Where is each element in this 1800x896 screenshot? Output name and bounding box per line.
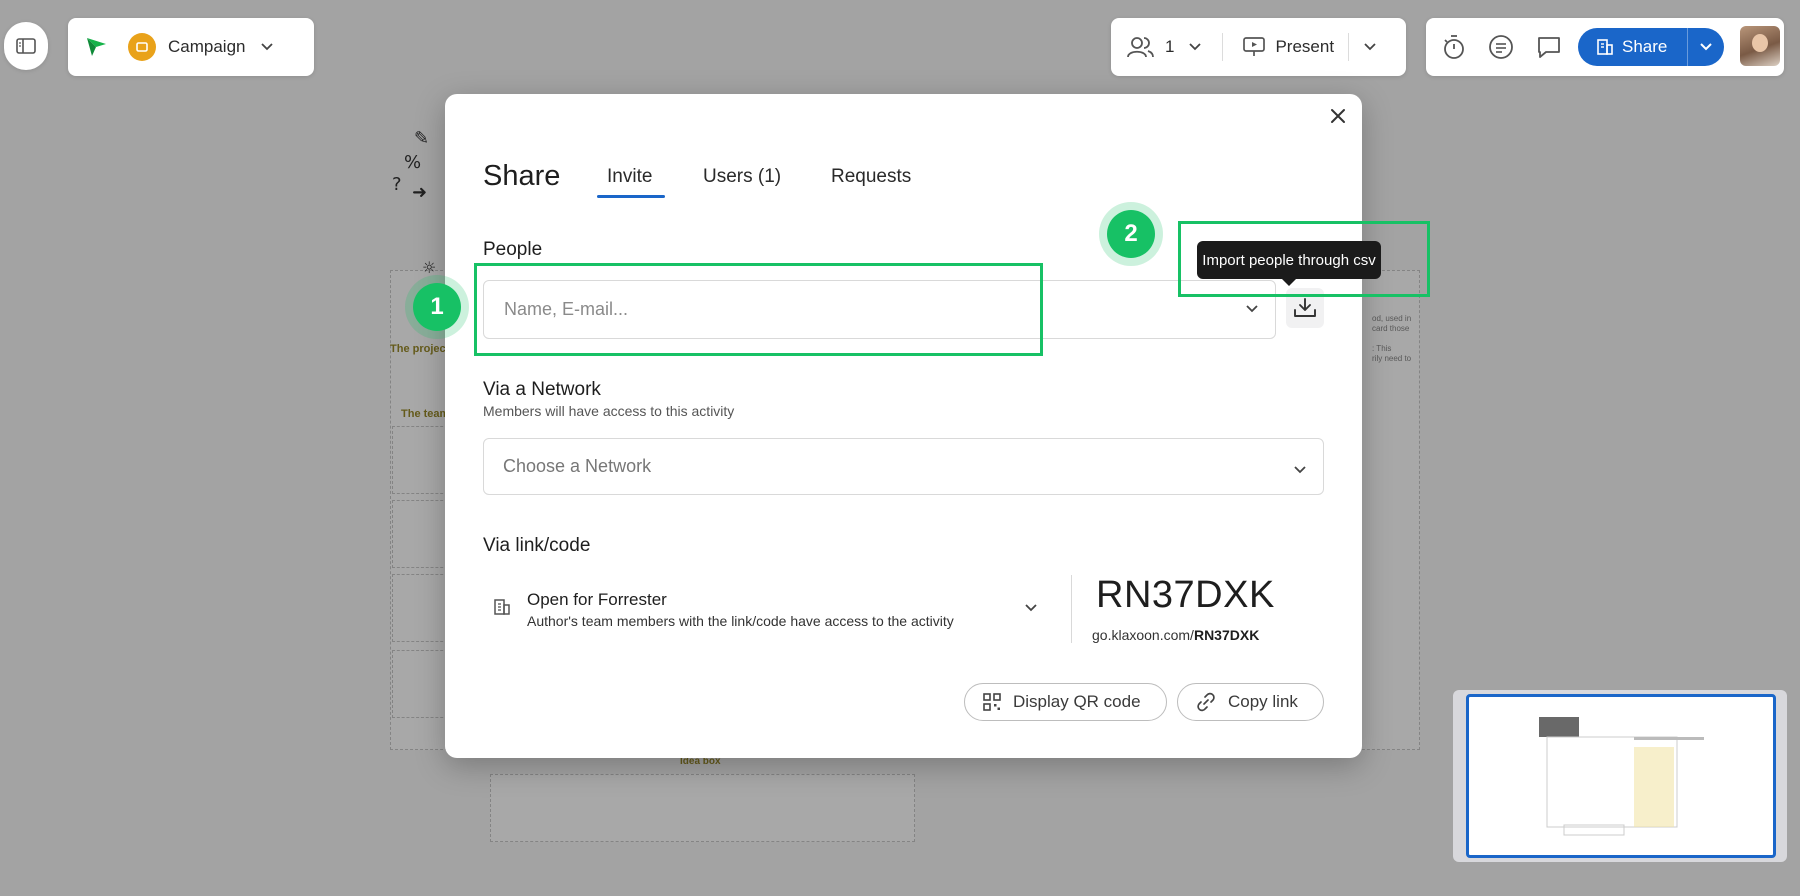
- activity-code: RN37DXK: [1096, 574, 1275, 616]
- network-placeholder: Choose a Network: [503, 456, 652, 476]
- avatar[interactable]: [1740, 26, 1780, 66]
- campaign-icon: [128, 33, 156, 61]
- participants-present-bar: 1 Present: [1111, 18, 1406, 76]
- step-marker-1: 1: [413, 283, 461, 331]
- tab-requests[interactable]: Requests: [831, 166, 911, 188]
- share-options-button[interactable]: [1688, 42, 1724, 52]
- chevron-down-icon[interactable]: [1188, 42, 1202, 52]
- highlight-people-input: [474, 263, 1043, 356]
- divider: [1222, 33, 1224, 61]
- download-icon: [1294, 298, 1316, 317]
- notes-icon[interactable]: [1488, 34, 1514, 60]
- share-button[interactable]: Share: [1578, 28, 1724, 66]
- minimap-preview: [1539, 717, 1704, 836]
- access-level-select[interactable]: Open for Forrester Author's team members…: [483, 576, 1048, 642]
- copy-label: Copy link: [1228, 692, 1298, 711]
- step-marker-2: 2: [1107, 210, 1155, 258]
- minimap-viewport[interactable]: [1466, 694, 1776, 858]
- link-icon: [1196, 692, 1216, 712]
- timer-icon[interactable]: [1442, 34, 1466, 60]
- qr-label: Display QR code: [1013, 692, 1141, 711]
- divider: [1348, 33, 1350, 61]
- chevron-down-icon[interactable]: [260, 42, 274, 52]
- chevron-down-icon: [1700, 43, 1712, 51]
- people-label: People: [483, 239, 543, 260]
- share-main[interactable]: Share: [1578, 37, 1687, 57]
- display-qr-button[interactable]: Display QR code: [964, 683, 1167, 721]
- present-icon[interactable]: [1243, 37, 1266, 57]
- highlight-import-csv: [1178, 221, 1430, 297]
- qr-code-icon: [983, 693, 1001, 711]
- activity-link[interactable]: go.klaxoon.com/RN37DXK: [1092, 627, 1259, 643]
- divider: [1071, 575, 1072, 643]
- link-code-label: Via link/code: [483, 535, 591, 556]
- network-select[interactable]: Choose a Network: [483, 438, 1324, 495]
- close-button[interactable]: [1325, 103, 1351, 129]
- copy-link-button[interactable]: Copy link: [1177, 683, 1324, 721]
- active-tab-indicator: [597, 195, 665, 198]
- share-label: Share: [1622, 37, 1668, 56]
- klaxoon-logo-icon[interactable]: [84, 36, 108, 58]
- tab-users[interactable]: Users (1): [703, 166, 781, 188]
- users-icon[interactable]: [1127, 36, 1155, 58]
- link-code: RN37DXK: [1193, 627, 1260, 643]
- activity-bar: Campaign: [68, 18, 314, 76]
- present-label[interactable]: Present: [1275, 37, 1334, 57]
- network-description: Members will have access to this activit…: [483, 403, 735, 419]
- sidebar-icon: [16, 38, 36, 54]
- dialog-title: Share: [483, 160, 561, 192]
- link-prefix: go.klaxoon.com/: [1092, 627, 1194, 643]
- share-dialog: [445, 94, 1362, 758]
- chevron-down-icon[interactable]: [1293, 459, 1307, 480]
- close-icon: [1331, 109, 1345, 123]
- chevron-down-icon[interactable]: [1245, 301, 1259, 319]
- participants-count: 1: [1165, 37, 1175, 56]
- access-title: Open for Forrester: [527, 589, 667, 609]
- chevron-down-icon[interactable]: [1024, 600, 1038, 618]
- chevron-down-icon[interactable]: [1363, 42, 1377, 52]
- access-text: Open for Forrester Author's team members…: [527, 590, 954, 629]
- building-icon: [493, 598, 511, 621]
- sidebar-toggle-button[interactable]: [4, 22, 48, 70]
- tab-invite[interactable]: Invite: [607, 166, 652, 188]
- campaign-name[interactable]: Campaign: [168, 37, 246, 57]
- network-label: Via a Network: [483, 379, 601, 400]
- building-icon: [1597, 39, 1613, 55]
- access-description: Author's team members with the link/code…: [527, 612, 954, 629]
- chat-icon[interactable]: [1536, 35, 1562, 59]
